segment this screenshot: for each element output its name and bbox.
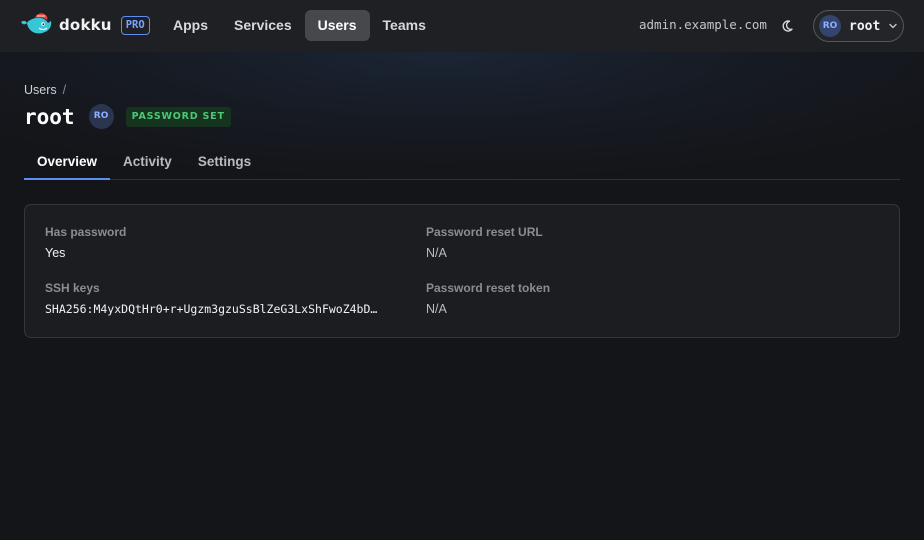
user-details-card: Has password Yes Password reset URL N/A …: [24, 204, 900, 338]
title-row: root RO PASSWORD SET: [24, 104, 231, 129]
breadcrumb-users-link[interactable]: Users: [24, 83, 57, 97]
tab-overview[interactable]: Overview: [24, 145, 111, 180]
password-reset-token-value: N/A: [426, 302, 447, 316]
nav-item-services[interactable]: Services: [221, 10, 305, 41]
has-password-value: Yes: [45, 246, 66, 260]
ssh-keys-field: SSH keys SHA256:M4yxDQtHr0+r+Ugzm3gzuSsB…: [45, 281, 395, 316]
ssh-key-fingerprint: SHA256:M4yxDQtHr0+r+Ugzm3gzuSsBlZeG3LxSh…: [45, 302, 378, 316]
dokku-logo[interactable]: dokku PRO: [19, 12, 150, 38]
user-menu-name: root: [849, 18, 881, 34]
has-password-label: Has password: [45, 225, 127, 239]
main-nav: Apps Services Users Teams: [160, 10, 439, 41]
nav-item-teams[interactable]: Teams: [370, 10, 439, 41]
ssh-keys-label: SSH keys: [45, 281, 100, 295]
moon-icon[interactable]: [779, 18, 795, 34]
breadcrumb: Users /: [24, 83, 66, 97]
nav-item-users[interactable]: Users: [304, 10, 370, 41]
chevron-down-icon: [889, 23, 898, 29]
password-reset-token-field: Password reset token N/A: [426, 281, 550, 316]
nav-item-apps[interactable]: Apps: [160, 10, 221, 41]
page-tabs: Overview Activity Settings: [24, 145, 900, 180]
pro-badge: PRO: [120, 15, 150, 35]
host-name: admin.example.com: [639, 17, 767, 32]
user-menu-button[interactable]: RO root: [813, 10, 904, 42]
status-badge: PASSWORD SET: [125, 106, 231, 127]
tab-activity[interactable]: Activity: [110, 145, 185, 180]
top-navigation-bar: dokku PRO Apps Services Users Teams admi…: [0, 0, 924, 52]
breadcrumb-separator: /: [62, 83, 67, 97]
page-title: root: [24, 104, 75, 129]
password-reset-token-label: Password reset token: [426, 281, 551, 295]
has-password-field: Has password Yes: [45, 225, 126, 260]
password-reset-url-field: Password reset URL N/A: [426, 225, 543, 260]
whale-logo-icon: [21, 13, 52, 34]
password-reset-url-value: N/A: [426, 246, 447, 260]
password-reset-url-label: Password reset URL: [426, 225, 543, 239]
tab-settings[interactable]: Settings: [185, 145, 264, 180]
avatar: RO: [819, 15, 841, 37]
user-avatar: RO: [88, 104, 114, 129]
logo-text: dokku: [59, 16, 112, 34]
